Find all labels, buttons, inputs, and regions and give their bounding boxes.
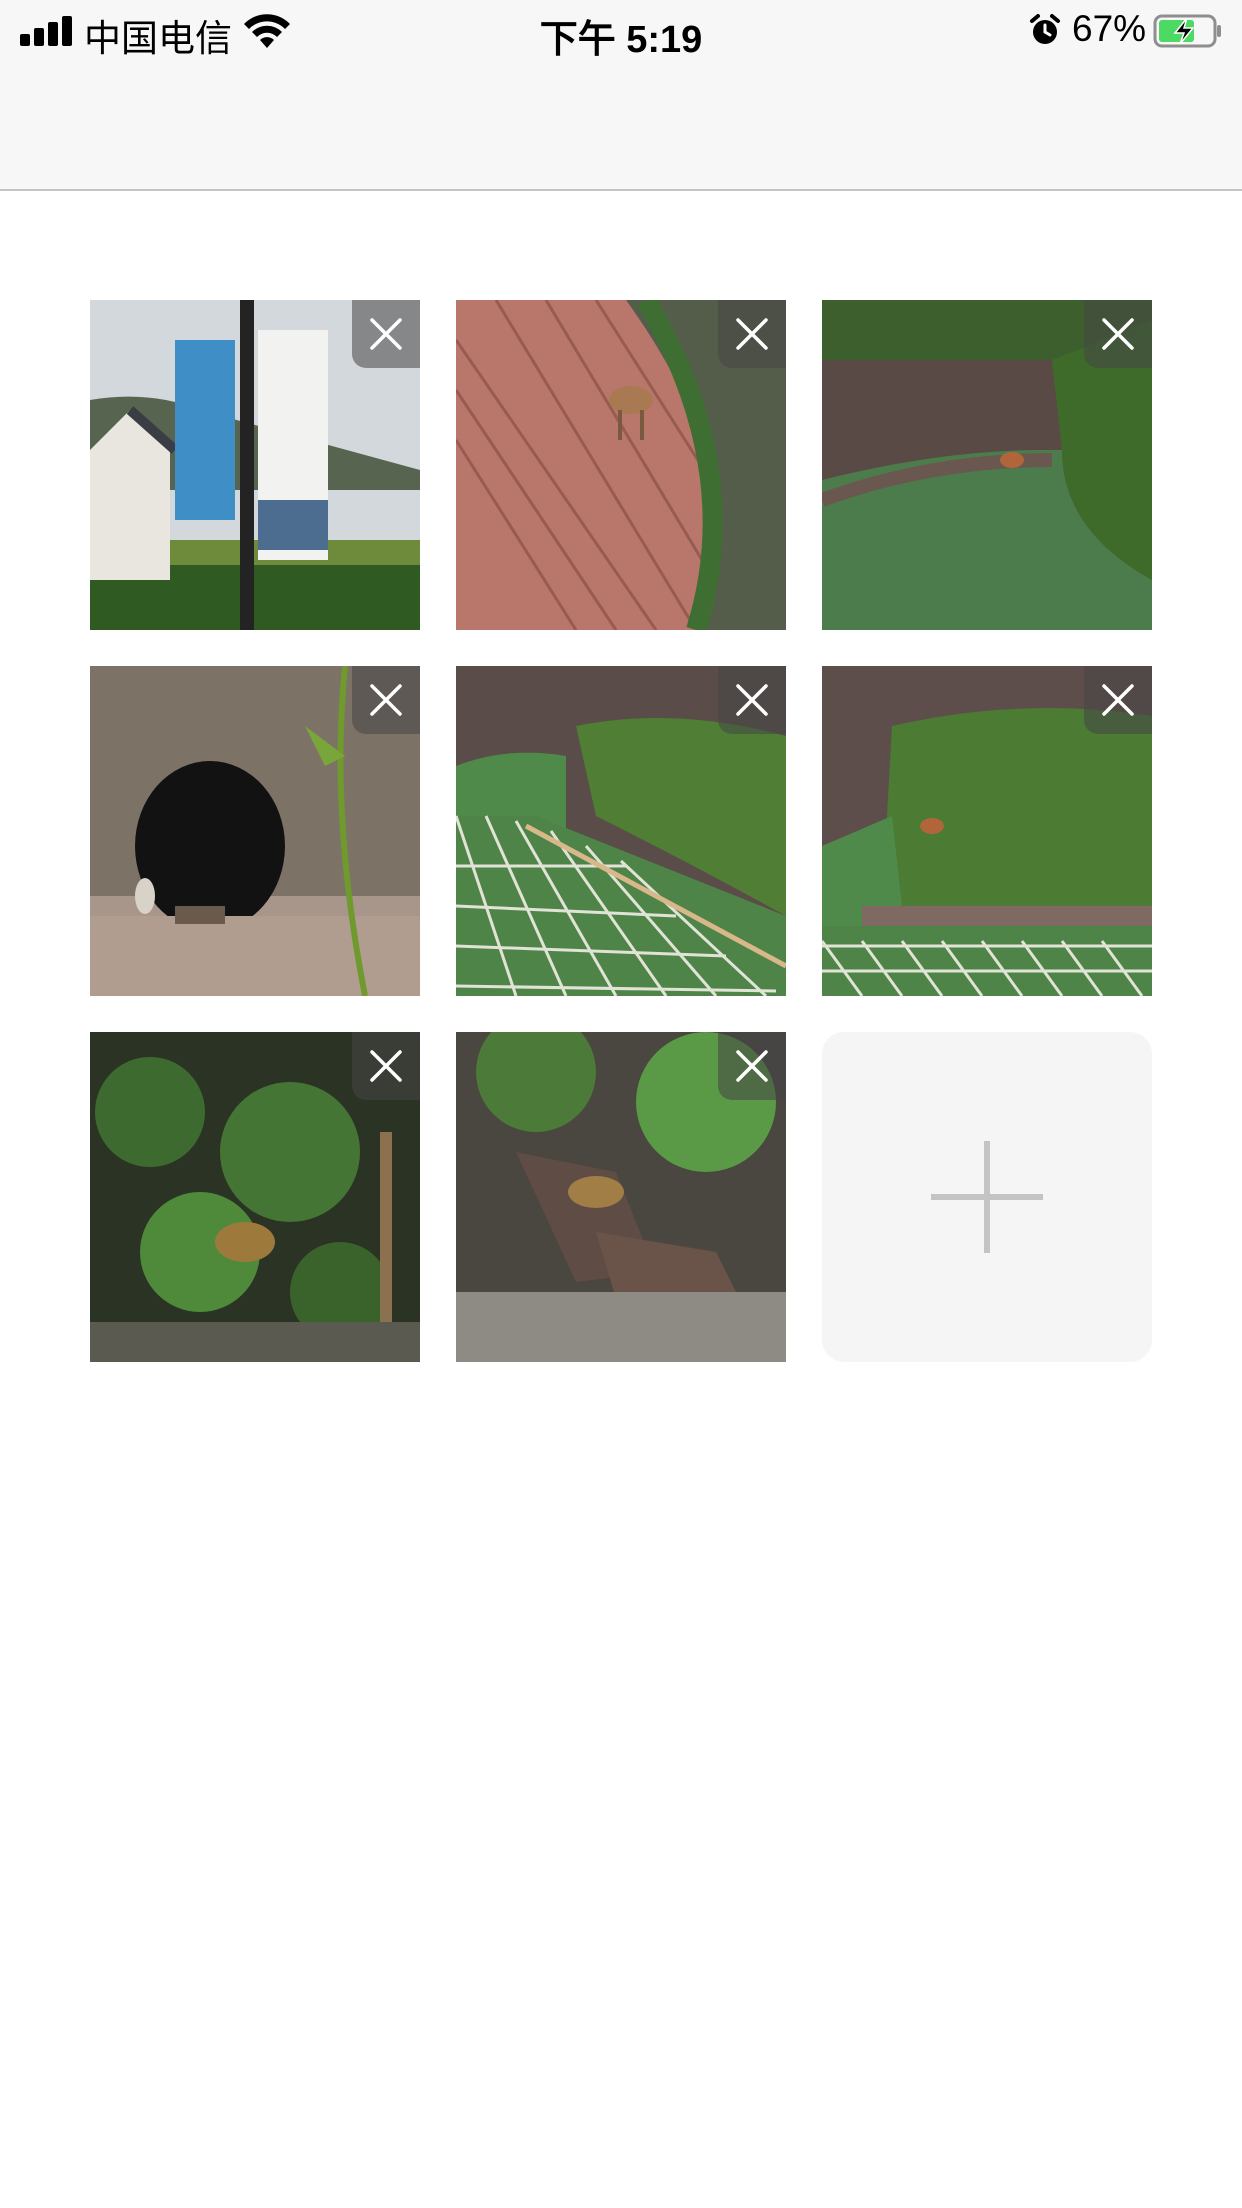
close-icon — [370, 1050, 402, 1082]
delete-photo-button[interactable] — [352, 300, 420, 368]
photo-wolf-cave[interactable] — [90, 666, 420, 996]
plus-icon — [931, 1141, 1043, 1253]
photo-leopard-rocks[interactable] — [456, 1032, 786, 1362]
close-icon — [1102, 318, 1134, 350]
photo-enclosure-net-2[interactable] — [822, 666, 1152, 996]
delete-photo-button[interactable] — [718, 300, 786, 368]
delete-photo-button[interactable] — [718, 666, 786, 734]
delete-photo-button[interactable] — [352, 1032, 420, 1100]
delete-photo-button[interactable] — [1084, 666, 1152, 734]
delete-photo-button[interactable] — [352, 666, 420, 734]
photo-green-moat[interactable] — [822, 300, 1152, 630]
status-bar: 中国电信 下午 5:19 67% — [0, 0, 1242, 62]
battery-charging-icon — [1153, 14, 1221, 48]
photo-deer-brick-path[interactable] — [456, 300, 786, 630]
close-icon — [736, 1050, 768, 1082]
photo-leopard-foliage[interactable] — [90, 1032, 420, 1362]
add-photo-button[interactable] — [822, 1032, 1152, 1362]
nav-header: 中国电信 下午 5:19 67% — [0, 0, 1242, 191]
close-icon — [370, 318, 402, 350]
delete-photo-button[interactable] — [1084, 300, 1152, 368]
close-icon — [370, 684, 402, 716]
photo-grid — [90, 300, 1152, 1362]
alarm-icon — [1030, 14, 1060, 44]
delete-photo-button[interactable] — [718, 1032, 786, 1100]
close-icon — [736, 684, 768, 716]
battery-percent: 67% — [1072, 8, 1147, 49]
close-icon — [1102, 684, 1134, 716]
photo-banner-lamppost[interactable] — [90, 300, 420, 630]
close-icon — [736, 318, 768, 350]
photo-enclosure-net-1[interactable] — [456, 666, 786, 996]
